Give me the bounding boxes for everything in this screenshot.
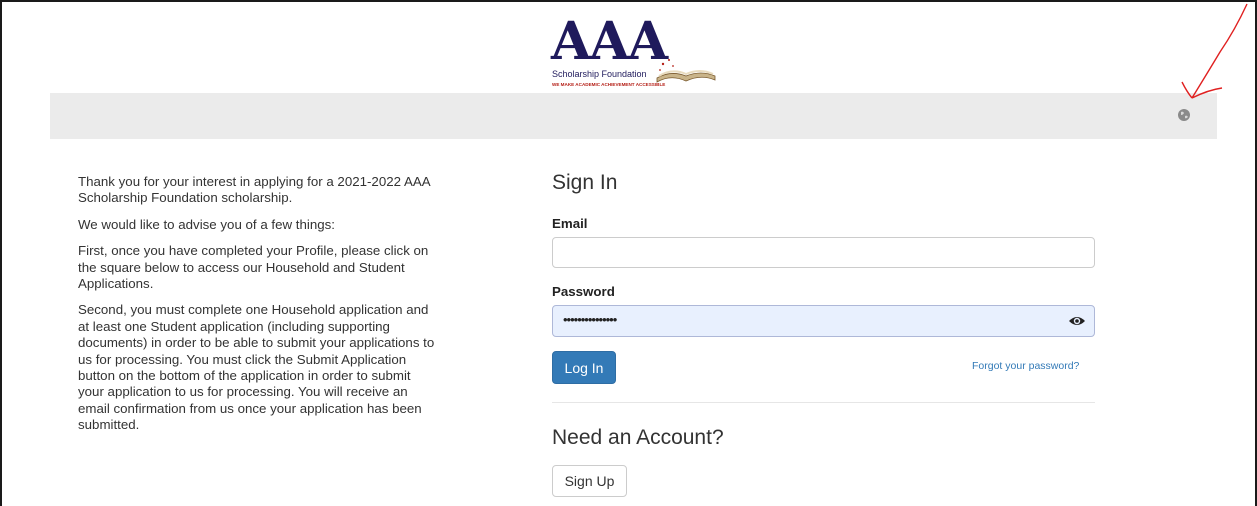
email-field[interactable] [552,237,1095,268]
book-icon [656,59,716,83]
intro-paragraph: We would like to advise you of a few thi… [78,216,335,232]
password-value: ••••••••••••••• [563,312,617,327]
intro-paragraph: First, once you have completed your Prof… [78,243,429,292]
annotation-arrow [1181,3,1248,99]
intro-paragraph: Thank you for your interest in applying … [78,174,430,206]
logo-letters: AAA [551,11,668,72]
password-field[interactable]: ••••••••••••••• [552,305,1095,337]
header-bar [50,93,1217,139]
signin-form: Sign In Email Password ••••••••••••••• L… [552,168,1095,497]
login-button[interactable]: Log In [552,351,616,384]
foundation-logo: AAA Scholarship Foundation WE MAKE ACADE… [551,12,717,92]
screenshot-border-left [0,0,2,506]
email-label: Email [552,216,588,231]
screenshot-border-top [0,0,1257,2]
need-account-heading: Need an Account? [552,426,724,449]
divider [552,402,1095,403]
intro-paragraph: Second, you must complete one Household … [78,302,435,433]
logo-tagline: WE MAKE ACADEMIC ACHIEVEMENT ACCESSIBLE [552,82,666,87]
intro-text: Thank you for your interest in applying … [78,174,440,444]
eye-icon[interactable] [1068,314,1086,328]
password-label: Password [552,284,615,299]
sign-up-button[interactable]: Sign Up [552,465,627,497]
signin-heading: Sign In [552,171,618,194]
logo-name: Scholarship Foundation [552,69,647,79]
forgot-password-link[interactable]: Forgot your password? [972,360,1079,372]
